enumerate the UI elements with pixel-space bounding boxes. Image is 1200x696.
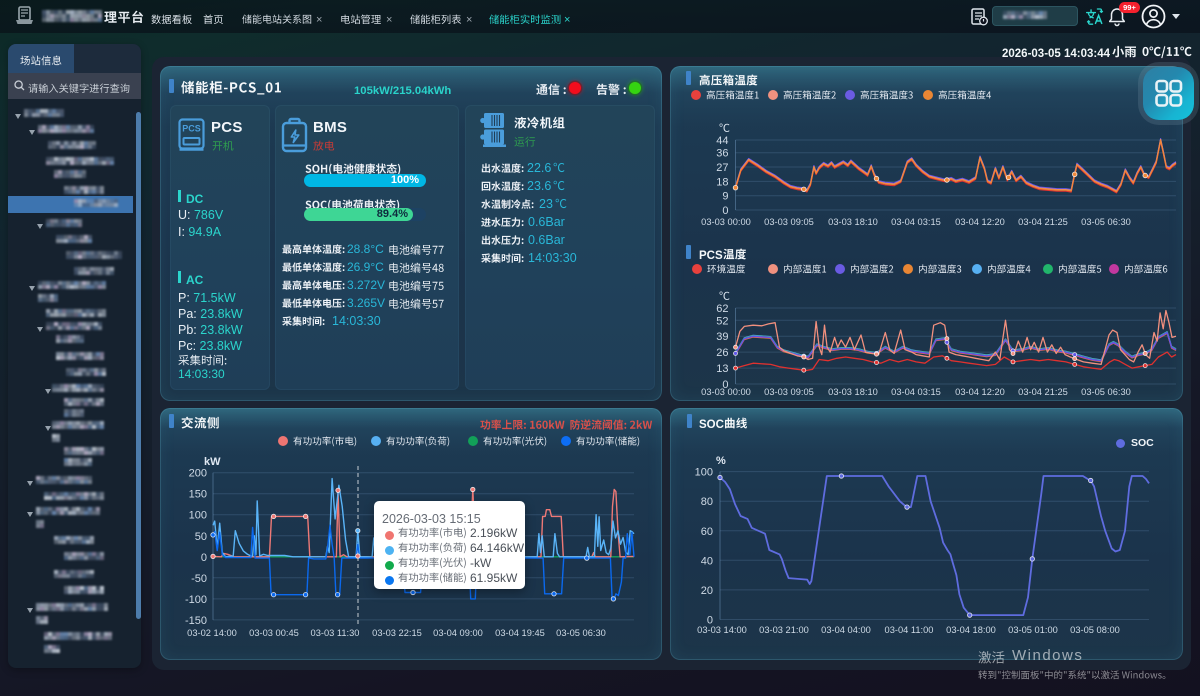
svg-text:50: 50: [195, 531, 207, 543]
svg-text:03-04 21:25: 03-04 21:25: [1018, 217, 1068, 227]
svg-text:9: 9: [722, 191, 728, 203]
svg-text:36: 36: [716, 148, 728, 160]
svg-text:03-02 14:00: 03-02 14:00: [187, 628, 237, 638]
svg-text:-50: -50: [191, 573, 207, 585]
svg-text:03-03 09:05: 03-03 09:05: [764, 217, 814, 227]
svg-text:60: 60: [701, 526, 713, 538]
svg-text:03-04 18:00: 03-04 18:00: [946, 625, 996, 635]
svg-text:13: 13: [716, 363, 728, 375]
svg-text:03-03 00:00: 03-03 00:00: [701, 217, 751, 227]
svg-text:03-04 21:25: 03-04 21:25: [1018, 387, 1068, 397]
svg-text:03-05 06:30: 03-05 06:30: [1081, 387, 1131, 397]
svg-text:03-03 22:15: 03-03 22:15: [372, 628, 422, 638]
svg-text:03-05 06:30: 03-05 06:30: [1081, 217, 1131, 227]
svg-text:80: 80: [701, 496, 713, 508]
svg-text:03-04 09:00: 03-04 09:00: [433, 628, 483, 638]
svg-text:40: 40: [701, 555, 713, 567]
svg-text:100: 100: [189, 510, 207, 522]
svg-text:62: 62: [716, 303, 728, 315]
svg-text:150: 150: [189, 489, 207, 501]
svg-text:18: 18: [716, 176, 728, 188]
svg-text:27: 27: [716, 162, 728, 174]
svg-text:26: 26: [716, 347, 728, 359]
svg-text:03-04 03:15: 03-04 03:15: [891, 387, 941, 397]
svg-text:03-05 01:00: 03-05 01:00: [1008, 625, 1058, 635]
svg-text:52: 52: [716, 315, 728, 327]
svg-text:03-05 06:30: 03-05 06:30: [556, 628, 606, 638]
svg-text:0: 0: [201, 552, 207, 564]
svg-text:03-04 04:00: 03-04 04:00: [821, 625, 871, 635]
svg-text:03-04 12:20: 03-04 12:20: [955, 217, 1005, 227]
svg-text:03-04 12:20: 03-04 12:20: [955, 387, 1005, 397]
svg-text:03-04 11:00: 03-04 11:00: [885, 625, 934, 635]
svg-text:-100: -100: [185, 594, 207, 606]
svg-text:100: 100: [695, 467, 713, 479]
svg-text:-150: -150: [185, 615, 207, 627]
svg-text:44: 44: [716, 135, 728, 147]
svg-text:03-03 18:10: 03-03 18:10: [828, 387, 878, 397]
svg-text:03-03 09:05: 03-03 09:05: [764, 387, 814, 397]
svg-text:03-03 14:00: 03-03 14:00: [697, 625, 747, 635]
svg-text:03-03 11:30: 03-03 11:30: [311, 628, 360, 638]
svg-text:03-03 18:10: 03-03 18:10: [828, 217, 878, 227]
svg-text:03-04 19:45: 03-04 19:45: [495, 628, 545, 638]
svg-text:03-03 21:00: 03-03 21:00: [759, 625, 809, 635]
svg-text:20: 20: [701, 585, 713, 597]
svg-text:39: 39: [716, 331, 728, 343]
svg-text:03-04 03:15: 03-04 03:15: [891, 217, 941, 227]
svg-text:03-05 08:00: 03-05 08:00: [1070, 625, 1120, 635]
svg-text:03-03 00:00: 03-03 00:00: [701, 387, 751, 397]
svg-text:200: 200: [189, 468, 207, 480]
svg-text:0: 0: [722, 205, 728, 217]
svg-text:03-03 00:45: 03-03 00:45: [249, 628, 299, 638]
